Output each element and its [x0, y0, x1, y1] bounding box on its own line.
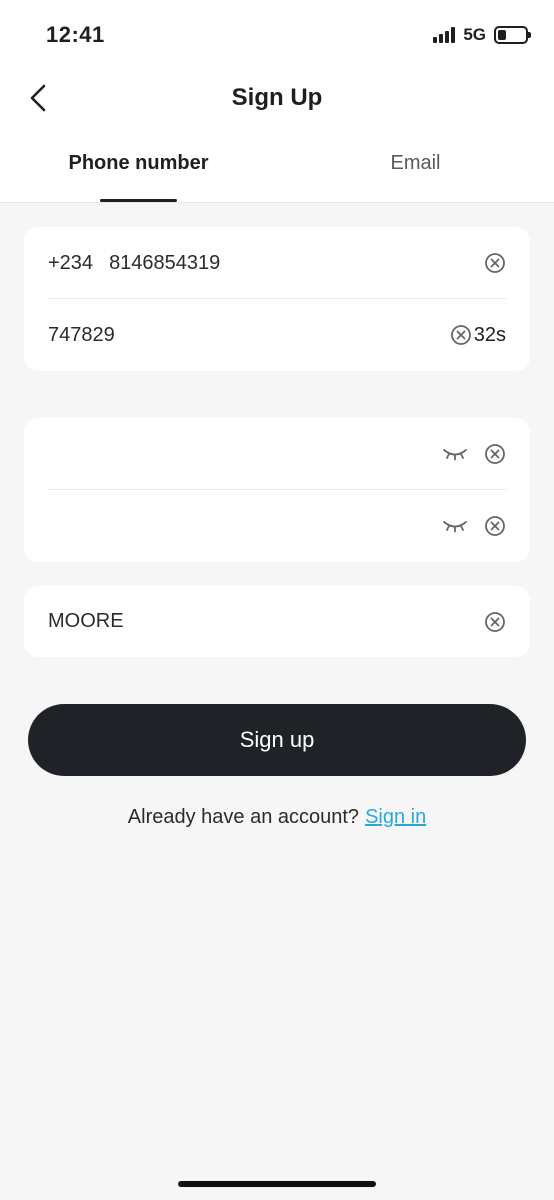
tab-email[interactable]: Email	[277, 152, 554, 175]
top-bar: 12:41 5G Sign Up Phone number Email	[0, 0, 554, 203]
clear-icon	[485, 611, 505, 632]
eye-closed-icon	[443, 521, 467, 533]
clear-referral-button[interactable]	[484, 611, 506, 633]
page-title: Sign Up	[231, 84, 323, 111]
referral-row: MOORE	[24, 586, 530, 657]
signal-icon	[433, 27, 456, 43]
referral-code-input[interactable]: MOORE	[48, 610, 484, 633]
clear-icon	[485, 444, 505, 464]
verification-code-input[interactable]: 747829	[48, 324, 450, 347]
phone-row: +234 8146854319	[24, 227, 530, 299]
clear-phone-button[interactable]	[484, 252, 506, 274]
phone-card: +234 8146854319 747829 32s	[24, 227, 530, 371]
status-icons: 5G	[433, 24, 531, 46]
code-row: 747829 32s	[24, 299, 530, 371]
battery-icon	[494, 26, 531, 44]
home-indicator	[178, 1181, 376, 1187]
tab-phone-number[interactable]: Phone number	[0, 152, 277, 175]
eye-closed-icon	[443, 449, 467, 461]
clear-code-button[interactable]	[450, 324, 472, 346]
network-type: 5G	[463, 25, 486, 44]
toggle-password-visibility[interactable]	[442, 447, 468, 461]
sign-in-link[interactable]: Sign in	[365, 806, 426, 828]
confirm-password-row	[24, 490, 530, 562]
password-card	[24, 418, 530, 562]
signin-prompt-line: Already have an account? Sign in	[0, 806, 554, 829]
clear-icon	[485, 253, 505, 273]
sign-up-button[interactable]: Sign up	[28, 704, 526, 776]
password-row	[24, 418, 530, 490]
active-tab-indicator	[100, 199, 177, 202]
clear-icon	[485, 516, 505, 536]
signin-prompt: Already have an account?	[127, 806, 360, 828]
toggle-confirm-visibility[interactable]	[442, 519, 468, 533]
referral-card: MOORE	[24, 586, 530, 657]
battery-fill	[498, 30, 506, 40]
clear-confirm-button[interactable]	[484, 515, 506, 537]
country-code-selector[interactable]: +234	[48, 252, 93, 275]
phone-input[interactable]: 8146854319	[109, 252, 484, 275]
status-time: 12:41	[46, 22, 105, 47]
resend-countdown: 32s	[473, 323, 506, 346]
clear-icon	[450, 325, 471, 345]
clear-password-button[interactable]	[484, 443, 506, 465]
